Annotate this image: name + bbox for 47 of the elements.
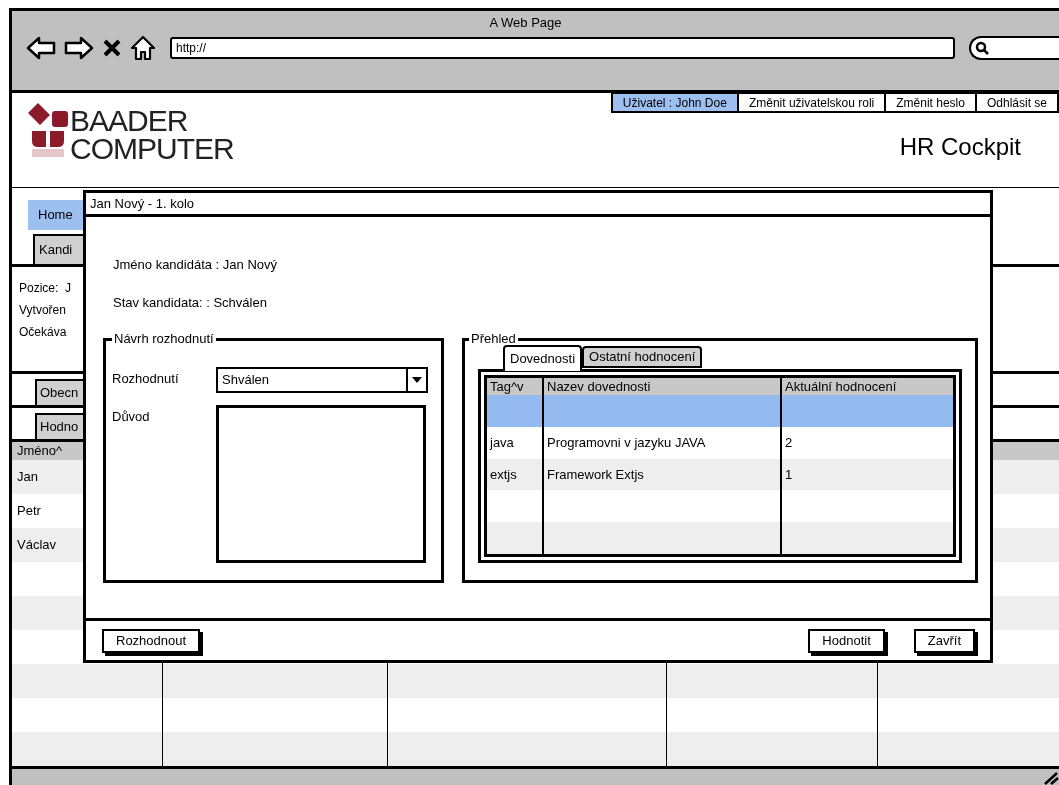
close-icon[interactable]: [102, 38, 122, 58]
info-text: Jméno kandidáta : Jan Nový: [113, 256, 279, 274]
table-cell-text: Programovni v jazyku JAVA: [547, 433, 706, 452]
table-cell-text: Jan: [17, 468, 38, 487]
header-link[interactable]: Odhlásit se: [974, 92, 1059, 113]
dialog-button[interactable]: Hodnotit: [808, 628, 885, 653]
section-tab[interactable]: Hodno: [35, 413, 85, 439]
field-label: Rozhodnutí: [112, 370, 180, 388]
reason-textarea[interactable]: [216, 405, 426, 563]
app-title: HR Cockpit: [899, 132, 1021, 162]
header-link[interactable]: Změnit heslo: [884, 92, 977, 113]
caret-icon: [412, 377, 422, 383]
info-text: Stav kandidata: : Schválen: [113, 293, 268, 312]
field-label: Důvod: [112, 408, 151, 426]
table-cell-text: extjs: [490, 465, 517, 484]
detail-text: Pozice: J: [19, 280, 72, 297]
table-cell-text: Petr: [17, 502, 41, 521]
home-icon[interactable]: [130, 35, 156, 61]
table-cell-text: 2: [785, 433, 793, 452]
logo-text: BAADER: [70, 107, 189, 135]
window-title: A Web Page: [489, 14, 562, 33]
nav-tab[interactable]: Home: [28, 200, 85, 230]
table-cell-text: 1: [785, 465, 793, 484]
dialog-button[interactable]: Zavřít: [913, 628, 975, 653]
section-tab[interactable]: Obecn: [35, 379, 85, 405]
table-cell-text: Václav: [17, 536, 57, 555]
nav-tab[interactable]: Kandi: [33, 234, 85, 264]
dialog-title: Jan Nový - 1. kolo: [90, 194, 195, 213]
column-header[interactable]: Aktuální hodnocení: [782, 378, 953, 395]
detail-text: Očekáva: [19, 324, 67, 341]
header-link[interactable]: Změnit uživatelskou roli: [736, 92, 887, 113]
back-icon[interactable]: [26, 36, 56, 60]
header-link[interactable]: Uživatel : John Doe: [610, 92, 739, 113]
table-cell-text: java: [490, 433, 514, 452]
tab[interactable]: Ostatní hodnocení: [582, 346, 703, 368]
search-icon: [975, 41, 989, 55]
decision-select[interactable]: Shválen: [216, 367, 428, 393]
logo-text: COMPUTER: [70, 135, 234, 163]
search-field[interactable]: [969, 36, 1059, 60]
dialog-button[interactable]: Rozhodnout: [102, 628, 201, 653]
forward-icon[interactable]: [64, 36, 94, 60]
column-header[interactable]: Jméno^: [17, 441, 63, 461]
url-field[interactable]: http://: [170, 37, 955, 59]
table-row[interactable]: extjs Framework Extjs 1: [487, 458, 953, 491]
table-cell-text: Framework Extjs: [547, 465, 644, 484]
tab[interactable]: Dovednosti: [503, 345, 583, 371]
detail-text: Vytvořen: [19, 302, 66, 319]
